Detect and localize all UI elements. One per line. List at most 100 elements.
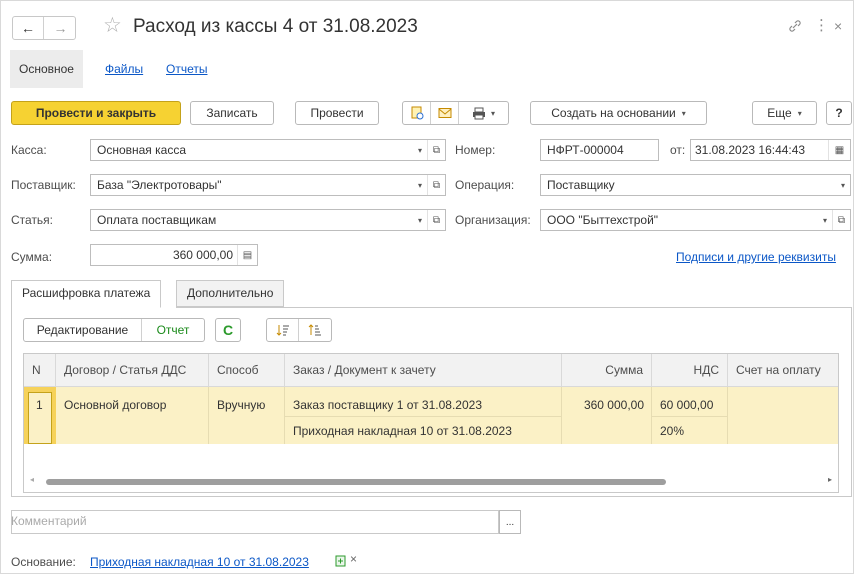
signatures-link[interactable]: Подписи и другие реквизиты xyxy=(676,250,836,264)
post-button[interactable]: Провести xyxy=(295,101,379,125)
sort-ascending-button[interactable] xyxy=(267,319,299,341)
help-button[interactable]: ? xyxy=(826,101,852,125)
supplier-field[interactable]: База "Электротовары" ▾ ⧉ xyxy=(90,174,446,196)
chevron-down-icon: ▾ xyxy=(490,108,495,118)
tab-reports[interactable]: Отчеты xyxy=(157,50,216,88)
date-from-label: от: xyxy=(670,143,686,157)
link-icon[interactable] xyxy=(788,14,802,41)
kassa-label: Касса: xyxy=(11,143,47,157)
column-header-method[interactable]: Способ xyxy=(209,354,285,387)
organization-field[interactable]: ООО "Быттехстрой" ▾ ⧉ xyxy=(540,209,851,231)
scroll-right-icon[interactable]: ▸ xyxy=(828,475,832,484)
column-header-contract[interactable]: Договор / Статья ДДС xyxy=(56,354,209,387)
email-button[interactable] xyxy=(431,102,459,124)
tab-files[interactable]: Файлы xyxy=(96,50,152,88)
column-divider xyxy=(651,387,652,444)
chevron-down-icon: ▾ xyxy=(797,108,802,118)
print-toolbar-group: ▾ xyxy=(402,101,509,125)
sort-descending-button[interactable] xyxy=(299,319,331,341)
supplier-label: Поставщик: xyxy=(11,178,76,192)
report-mode-button[interactable]: Отчет xyxy=(142,319,204,341)
back-button[interactable]: ← xyxy=(13,17,44,39)
sum-value: 360 000,00 xyxy=(172,248,233,262)
sort-group xyxy=(266,318,332,342)
envelope-icon xyxy=(438,108,451,118)
method-cell[interactable]: Вручную xyxy=(209,395,273,415)
open-form-icon[interactable]: ⧉ xyxy=(832,210,850,230)
kassa-field[interactable]: Основная касса ▾ ⧉ xyxy=(90,139,446,161)
chevron-down-icon[interactable]: ▾ xyxy=(413,140,427,160)
basis-link[interactable]: Приходная накладная 10 от 31.08.2023 xyxy=(90,555,309,569)
tab-main[interactable]: Основное xyxy=(10,50,83,88)
chevron-down-icon[interactable]: ▾ xyxy=(413,175,427,195)
column-header-vat[interactable]: НДС xyxy=(652,354,728,387)
vat-cell[interactable]: 60 000,00 xyxy=(652,395,721,415)
forward-button[interactable]: → xyxy=(45,17,76,39)
history-nav: ← → xyxy=(12,16,76,40)
order-cell[interactable]: Заказ поставщику 1 от 31.08.2023 xyxy=(285,395,490,415)
organization-value: ООО "Быттехстрой" xyxy=(547,213,659,227)
scroll-left-icon[interactable]: ◂ xyxy=(30,475,34,484)
tab-payment-breakdown[interactable]: Расшифровка платежа xyxy=(11,280,162,308)
row-divider xyxy=(285,416,562,417)
create-based-on-button[interactable]: Создать на основании ▾ xyxy=(530,101,707,125)
operation-label: Операция: xyxy=(455,178,515,192)
column-divider xyxy=(208,387,209,444)
chevron-down-icon[interactable]: ▾ xyxy=(818,210,832,230)
tab-additional[interactable]: Дополнительно xyxy=(176,280,285,307)
edit-mode-button[interactable]: Редактирование xyxy=(24,319,142,341)
article-field[interactable]: Оплата поставщикам ▾ ⧉ xyxy=(90,209,446,231)
comment-expand-button[interactable]: ... xyxy=(499,510,521,534)
sum-cell[interactable]: 360 000,00 xyxy=(562,395,652,415)
nomer-label: Номер: xyxy=(455,143,496,157)
chevron-down-icon: ▾ xyxy=(681,108,686,118)
scrollbar-thumb[interactable] xyxy=(46,479,666,485)
basis-label: Основание: xyxy=(11,555,76,569)
document-structure-icon xyxy=(411,106,423,120)
contract-cell[interactable]: Основной договор xyxy=(56,395,174,415)
row-number: 1 xyxy=(36,398,43,412)
post-and-close-button[interactable]: Провести и закрыть xyxy=(11,101,181,125)
article-value: Оплата поставщикам xyxy=(97,213,217,227)
supplier-value: База "Электротовары" xyxy=(97,178,222,192)
more-vertical-icon[interactable]: ⋮ xyxy=(814,14,829,38)
column-header-order[interactable]: Заказ / Документ к зачету xyxy=(285,354,562,387)
print-button[interactable]: ▾ xyxy=(459,102,508,124)
create-based-on-label: Создать на основании xyxy=(551,106,676,120)
more-menu-button[interactable]: Еще ▾ xyxy=(752,101,817,125)
sort-ascending-icon xyxy=(276,325,289,336)
calendar-icon[interactable]: ▦ xyxy=(828,140,850,160)
refresh-icon: C xyxy=(222,322,234,338)
chevron-down-icon[interactable]: ▾ xyxy=(836,175,850,195)
payment-table: N Договор / Статья ДДС Способ Заказ / До… xyxy=(23,353,839,493)
close-icon[interactable]: × xyxy=(834,14,842,38)
comment-placeholder: Комментарий xyxy=(11,514,87,528)
date-field[interactable]: 31.08.2023 16:44:43 ▦ xyxy=(690,139,851,161)
basis-document-icon[interactable] xyxy=(334,554,348,571)
save-button[interactable]: Записать xyxy=(190,101,274,125)
date-value: 31.08.2023 16:44:43 xyxy=(695,143,806,157)
remove-basis-icon[interactable]: × xyxy=(350,552,357,566)
favorite-star-icon[interactable]: ☆ xyxy=(103,14,122,38)
operation-field[interactable]: Поставщику ▾ xyxy=(540,174,851,196)
column-divider xyxy=(727,387,728,444)
open-form-icon[interactable]: ⧉ xyxy=(427,175,445,195)
refresh-button[interactable]: C xyxy=(215,318,241,342)
column-header-sum[interactable]: Сумма xyxy=(562,354,652,387)
vat-rate-cell[interactable]: 20% xyxy=(652,421,692,441)
open-form-icon[interactable]: ⧉ xyxy=(427,140,445,160)
edit-report-toggle: Редактирование Отчет xyxy=(23,318,205,342)
printer-icon xyxy=(472,107,485,119)
column-header-n[interactable]: N xyxy=(24,354,56,387)
article-label: Статья: xyxy=(11,213,54,227)
document-structure-button[interactable] xyxy=(403,102,431,124)
page-title: Расход из кассы 4 от 31.08.2023 xyxy=(133,16,418,37)
sum-field[interactable]: 360 000,00 ▤ xyxy=(90,244,258,266)
open-form-icon[interactable]: ⧉ xyxy=(427,210,445,230)
document-cell[interactable]: Приходная накладная 10 от 31.08.2023 xyxy=(285,421,520,441)
column-header-invoice[interactable]: Счет на оплату xyxy=(728,354,838,387)
comment-input[interactable]: Комментарий xyxy=(11,510,499,534)
calculator-icon[interactable]: ▤ xyxy=(237,245,257,265)
number-field[interactable]: НФРТ-000004 xyxy=(540,139,659,161)
chevron-down-icon[interactable]: ▾ xyxy=(413,210,427,230)
